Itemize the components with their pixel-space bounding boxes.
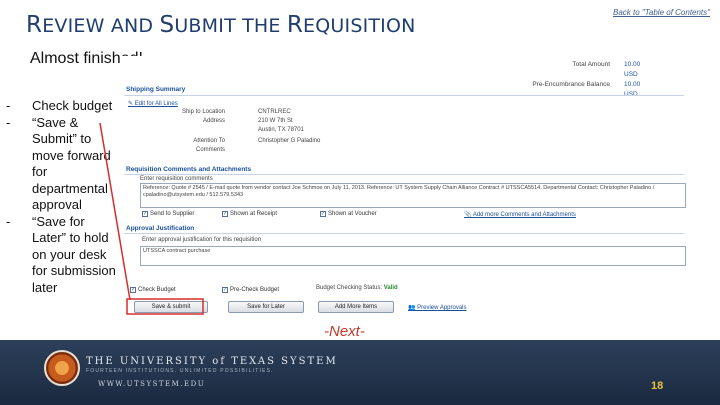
page-number: 18 [651,380,664,392]
university-tagline: FOURTEEN INSTITUTIONS. UNLIMITED POSSIBI… [86,368,274,374]
save-submit-highlight [126,298,204,315]
university-url[interactable]: WWW.UTSYSTEM.EDU [98,380,205,388]
university-name: THE UNIVERSITY of TEXAS SYSTEM [86,356,338,367]
university-seal-logo [44,350,80,386]
next-link[interactable]: -Next- [324,323,365,340]
callout-line [99,122,131,301]
